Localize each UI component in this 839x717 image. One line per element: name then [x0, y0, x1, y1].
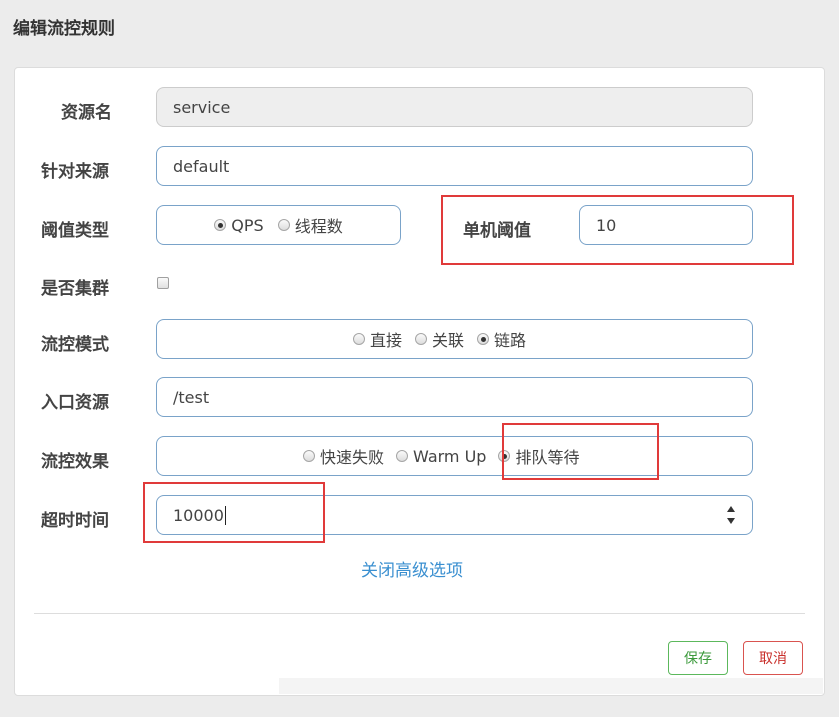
control-behavior-radio-group: 快速失败 Warm Up 排队等待: [156, 436, 753, 476]
resource-name-value: service: [173, 97, 231, 117]
footer-divider: [34, 613, 805, 614]
save-button[interactable]: 保存: [668, 641, 728, 675]
radio-unselected-icon[interactable]: [353, 333, 365, 345]
dialog-title: 编辑流控规则: [13, 19, 115, 39]
radio-selected-icon[interactable]: [214, 219, 227, 231]
radio-selected-icon[interactable]: [477, 333, 490, 345]
cancel-button[interactable]: 取消: [743, 641, 803, 675]
entry-resource-label: 入口资源: [41, 393, 109, 413]
highlight-box-threshold: [441, 195, 794, 265]
strategy-radio-group: 直接 关联 链路: [156, 319, 753, 359]
highlight-box-timeout: [143, 482, 325, 543]
radio-thread-count[interactable]: 线程数: [277, 213, 343, 237]
cluster-label: 是否集群: [41, 279, 109, 299]
radio-unselected-icon[interactable]: [277, 219, 290, 231]
radio-unselected-icon[interactable]: [396, 450, 409, 462]
radio-unselected-icon[interactable]: [303, 450, 315, 462]
entry-resource-input[interactable]: /test: [156, 377, 753, 417]
radio-chain[interactable]: 链路: [477, 327, 526, 351]
strategy-label: 流控模式: [41, 335, 109, 355]
limit-app-input[interactable]: default: [156, 146, 753, 186]
highlight-box-queue: [502, 423, 659, 480]
entry-resource-value: /test: [173, 387, 210, 407]
background-strip: [279, 678, 823, 694]
threshold-type-label: 阈值类型: [41, 221, 109, 241]
resource-label: 资源名: [61, 103, 112, 123]
cluster-checkbox[interactable]: [157, 277, 169, 289]
resource-name-input: service: [156, 87, 753, 127]
stepper-down-icon[interactable]: [727, 518, 735, 524]
stepper-up-icon[interactable]: [727, 506, 735, 512]
rule-form-panel: 资源名 service 针对来源 default 阈值类型 QPS 线程数 单机…: [14, 67, 825, 696]
radio-relate[interactable]: 关联: [415, 327, 464, 351]
threshold-type-radio-group: QPS 线程数: [156, 205, 401, 245]
radio-fast-fail[interactable]: 快速失败: [303, 444, 384, 468]
toggle-advanced-link[interactable]: 关闭高级选项: [361, 556, 463, 581]
control-behavior-label: 流控效果: [41, 452, 109, 472]
limit-app-value: default: [173, 156, 230, 176]
timeout-label: 超时时间: [41, 511, 109, 531]
radio-direct[interactable]: 直接: [353, 327, 402, 351]
radio-qps[interactable]: QPS: [214, 216, 264, 235]
number-stepper-icon[interactable]: [726, 506, 736, 524]
radio-unselected-icon[interactable]: [415, 333, 428, 345]
limit-app-label: 针对来源: [41, 162, 109, 182]
radio-warm-up[interactable]: Warm Up: [396, 447, 486, 466]
